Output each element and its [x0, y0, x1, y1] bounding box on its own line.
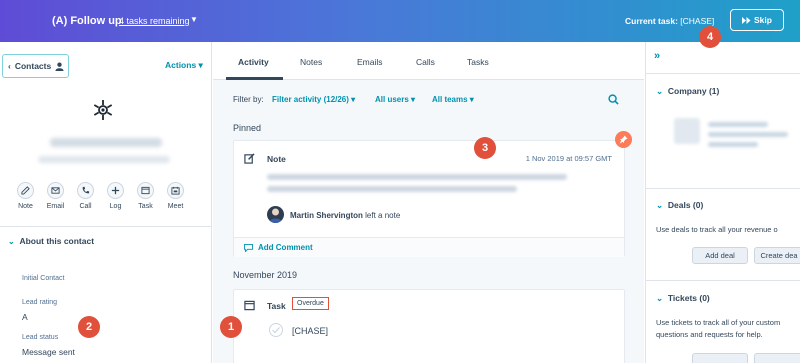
search-icon[interactable]	[608, 94, 619, 105]
month-heading: November 2019	[233, 270, 298, 280]
task-title: Task	[267, 301, 286, 311]
company-section-toggle[interactable]: ⌄ Company (1)	[656, 86, 719, 97]
pin-icon[interactable]	[615, 131, 632, 148]
deals-section: ⌄ Deals (0) Use deals to track all your …	[646, 188, 800, 280]
contact-email-redacted	[38, 156, 170, 163]
company-info-redacted	[708, 132, 788, 137]
pinned-note-card[interactable]: Note 1 Nov 2019 at 09:57 GMT Martin Sher…	[233, 140, 625, 257]
skip-label: Skip	[754, 15, 772, 25]
divider	[0, 226, 211, 227]
tab-emails[interactable]: Emails	[357, 57, 383, 67]
task-icon	[137, 182, 154, 199]
filter-teams-dropdown[interactable]: All teams ▾	[432, 95, 474, 104]
callout-badge-4: 4	[699, 26, 721, 48]
skip-button[interactable]: Skip	[730, 9, 784, 31]
quick-actions: Note Email Call Log Task Meet	[14, 182, 187, 210]
edit-note-icon	[244, 153, 255, 164]
current-task-value: [CHASE]	[680, 16, 715, 26]
plus-icon	[107, 182, 124, 199]
actions-dropdown[interactable]: Actions ▾	[165, 60, 203, 71]
add-ticket-button[interactable]	[692, 353, 748, 363]
company-section: ⌄ Company (1)	[646, 73, 800, 188]
call-action[interactable]: Call	[74, 182, 97, 210]
author-avatar	[267, 206, 284, 223]
queue-title: (A) Follow up	[52, 15, 122, 27]
task-icon	[244, 300, 255, 311]
comment-bar: Add Comment	[234, 237, 624, 257]
active-tab-indicator	[226, 77, 283, 80]
phone-icon	[77, 182, 94, 199]
chevron-down-icon[interactable]: ▼	[190, 15, 198, 24]
task-action[interactable]: Task	[134, 182, 157, 210]
contact-sidebar: ‹ Contacts Actions ▾ Note Email Call Log…	[0, 42, 212, 363]
log-action[interactable]: Log	[104, 182, 127, 210]
note-action[interactable]: Note	[14, 182, 37, 210]
meet-action[interactable]: Meet	[164, 182, 187, 210]
about-contact-toggle[interactable]: ⌄ About this contact	[8, 236, 94, 246]
activity-timeline: Activity Notes Emails Calls Tasks Filter…	[213, 42, 644, 363]
fast-forward-icon	[742, 16, 751, 24]
tickets-section-toggle[interactable]: ⌄ Tickets (0)	[656, 293, 710, 304]
deals-section-toggle[interactable]: ⌄ Deals (0)	[656, 200, 703, 211]
chevron-down-icon: ⌄	[8, 237, 15, 246]
initial-contact-label: Initial Contact	[22, 275, 65, 282]
tab-activity[interactable]: Activity	[238, 57, 269, 67]
tab-calls[interactable]: Calls	[416, 57, 435, 67]
check-icon	[272, 327, 280, 333]
contact-name-redacted	[50, 138, 162, 147]
contacts-back-button[interactable]: ‹ Contacts	[2, 54, 69, 78]
tickets-description-2: questions and requests for help.	[656, 330, 763, 339]
callout-badge-3: 3	[474, 137, 496, 159]
person-icon	[55, 62, 64, 71]
pinned-heading: Pinned	[233, 123, 262, 133]
callout-badge-1: 1	[220, 316, 242, 338]
company-logo-redacted	[674, 118, 700, 144]
lead-status-label: Lead status	[22, 334, 59, 341]
filter-activity-dropdown[interactable]: Filter activity (12/26) ▾	[272, 95, 355, 104]
comment-icon	[244, 244, 253, 252]
email-icon	[47, 182, 64, 199]
deals-description: Use deals to track all your revenue o	[656, 225, 778, 234]
note-body-redacted	[267, 186, 517, 192]
complete-task-checkbox[interactable]	[269, 323, 283, 337]
chevron-left-icon: ‹	[8, 61, 11, 71]
create-deal-button[interactable]: Create dea	[754, 247, 800, 264]
tickets-description-1: Use tickets to track all of your custom	[656, 318, 781, 327]
company-name-redacted	[708, 122, 768, 127]
current-task-label: Current task: [CHASE]	[625, 16, 715, 26]
lead-rating-value[interactable]: A	[22, 312, 28, 322]
overdue-badge: Overdue	[292, 297, 329, 310]
calendar-icon	[167, 182, 184, 199]
lead-status-value[interactable]: Message sent	[22, 347, 75, 357]
tasks-remaining-link[interactable]: 4 tasks remaining	[119, 16, 190, 26]
lead-rating-label: Lead rating	[22, 299, 58, 306]
tab-tasks[interactable]: Tasks	[467, 57, 489, 67]
note-body-redacted	[267, 174, 567, 180]
note-icon	[17, 182, 34, 199]
note-author-line: Martin Shervington left a note	[290, 211, 401, 220]
task-name[interactable]: [CHASE]	[292, 326, 328, 336]
associations-sidebar: » ⌄ Company (1) ⌄ Deals (0) Use deals to…	[645, 42, 800, 363]
create-ticket-button[interactable]	[754, 353, 800, 363]
tickets-section: ⌄ Tickets (0) Use tickets to track all o…	[646, 280, 800, 363]
contact-avatar-icon	[93, 100, 113, 120]
double-chevron-right-icon[interactable]: »	[654, 50, 660, 62]
task-queue-header: (A) Follow up 4 tasks remaining ▼ Curren…	[0, 0, 800, 42]
callout-badge-2: 2	[78, 316, 100, 338]
note-author: Martin Shervington	[290, 211, 363, 220]
tab-notes[interactable]: Notes	[300, 57, 322, 67]
task-card[interactable]: Task Overdue [CHASE]	[233, 289, 625, 363]
filter-by-label: Filter by:	[233, 95, 264, 104]
tab-bar: Activity Notes Emails Calls Tasks	[213, 42, 644, 80]
add-comment-button[interactable]: Add Comment	[258, 243, 313, 252]
note-title: Note	[267, 154, 286, 164]
email-action[interactable]: Email	[44, 182, 67, 210]
contacts-label: Contacts	[14, 61, 52, 71]
company-info-redacted	[708, 142, 758, 147]
add-deal-button[interactable]: Add deal	[692, 247, 748, 264]
filter-users-dropdown[interactable]: All users ▾	[375, 95, 415, 104]
note-date: 1 Nov 2019 at 09:57 GMT	[525, 154, 612, 163]
